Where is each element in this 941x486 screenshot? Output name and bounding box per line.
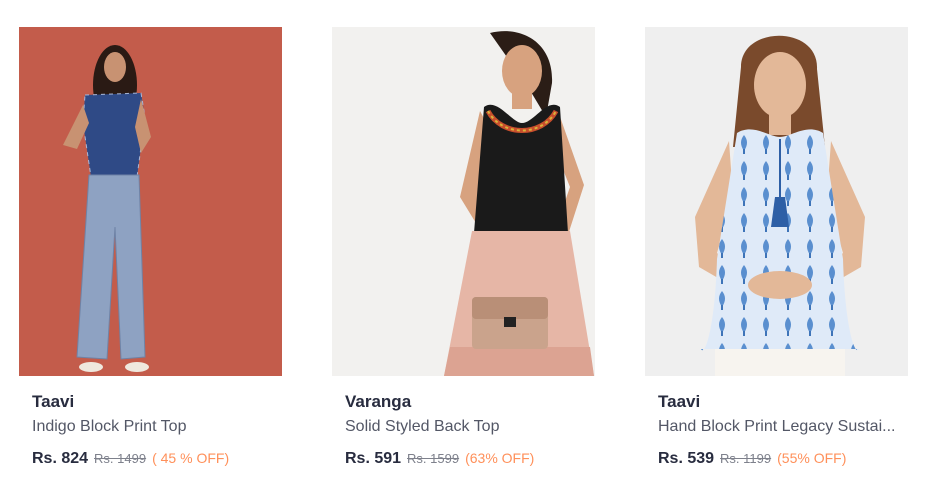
price-row: Rs. 539 Rs. 1199 (55% OFF): [658, 448, 908, 469]
product-card[interactable]: Taavi Indigo Block Print Top Rs. 824 Rs.…: [19, 27, 282, 469]
product-discount: (63% OFF): [465, 450, 535, 466]
product-mrp: Rs. 1199: [720, 451, 772, 466]
product-name: Hand Block Print Legacy Sustai...: [658, 418, 896, 435]
product-price: Rs. 591: [345, 450, 402, 467]
product-name: Solid Styled Back Top: [345, 418, 500, 435]
product-mrp: Rs. 1599: [407, 451, 460, 466]
product-info: Varanga Solid Styled Back Top Rs. 591 Rs…: [332, 392, 595, 469]
product-price: Rs. 824: [32, 450, 89, 467]
product-grid: Taavi Indigo Block Print Top Rs. 824 Rs.…: [19, 27, 908, 469]
product-name: Indigo Block Print Top: [32, 418, 187, 435]
product-brand: Taavi: [32, 392, 75, 411]
product-info: Taavi Hand Block Print Legacy Sustai... …: [645, 392, 908, 469]
price-row: Rs. 824 Rs. 1499 ( 45 % OFF): [32, 448, 282, 469]
product-card[interactable]: Varanga Solid Styled Back Top Rs. 591 Rs…: [332, 27, 595, 469]
product-mrp: Rs. 1499: [94, 451, 147, 466]
product-discount: ( 45 % OFF): [152, 450, 230, 466]
product-brand: Varanga: [345, 392, 412, 411]
product-image[interactable]: [645, 27, 908, 376]
product-card[interactable]: Taavi Hand Block Print Legacy Sustai... …: [645, 27, 908, 469]
product-discount: (55% OFF): [777, 450, 847, 466]
price-row: Rs. 591 Rs. 1599 (63% OFF): [345, 448, 595, 469]
product-brand: Taavi: [658, 392, 701, 411]
product-image[interactable]: [19, 27, 282, 376]
product-price: Rs. 539: [658, 450, 715, 467]
product-info: Taavi Indigo Block Print Top Rs. 824 Rs.…: [19, 392, 282, 469]
product-image[interactable]: [332, 27, 595, 376]
